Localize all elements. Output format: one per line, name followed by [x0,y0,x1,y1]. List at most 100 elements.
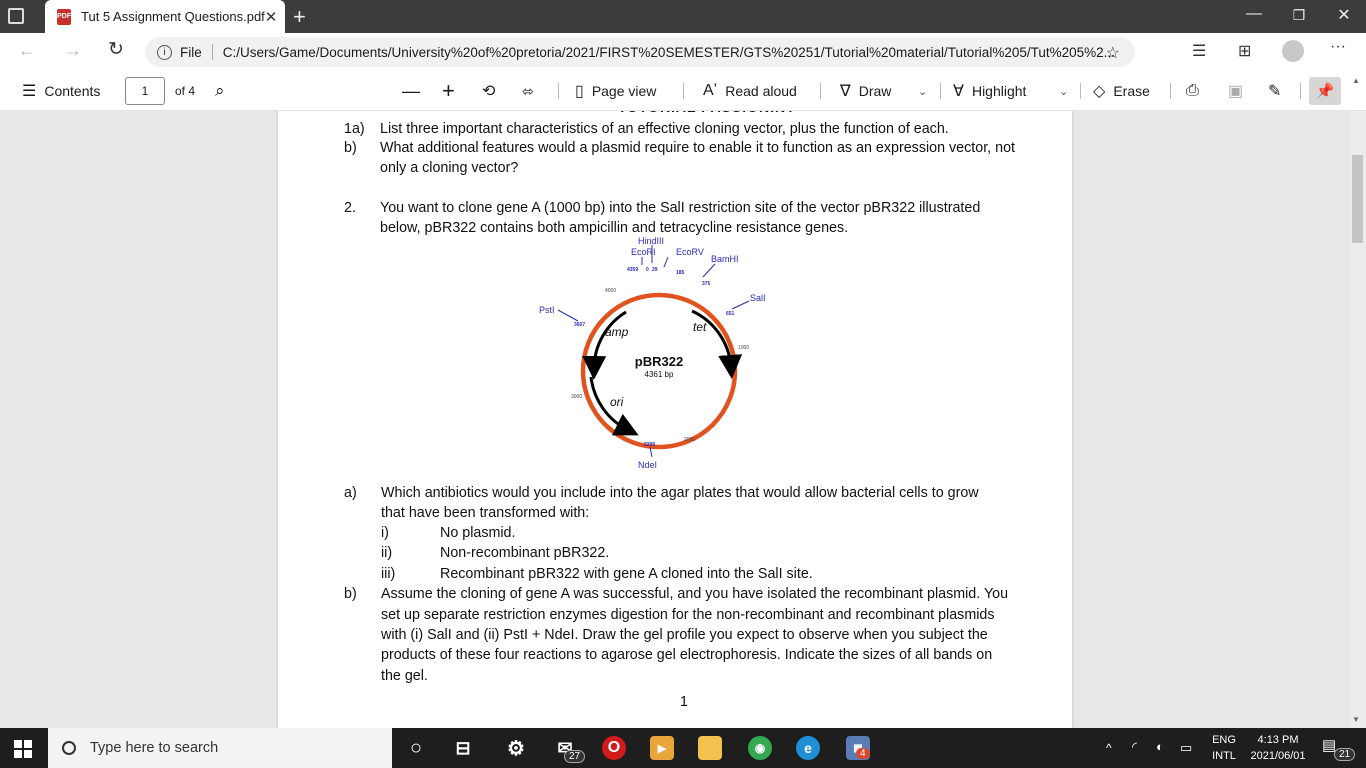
opera-icon[interactable]: O [602,736,626,760]
qa-iii-text: Recombinant pBR322 with gene A cloned in… [440,566,813,582]
volume-icon[interactable]: ◐ [1156,739,1164,755]
restore-icon[interactable]: ❐ [1289,7,1309,24]
url-field[interactable]: i File C:/Users/Game/Documents/Universit… [145,37,1135,67]
language-indicator[interactable]: ENG INTL [1208,732,1240,764]
forward-icon[interactable]: → [64,40,82,61]
pbr322-plasmid-map: HindIII EcoRI EcoRV BamHI SalI PstI NdeI… [539,236,766,470]
draw-button[interactable]: ∇ Draw [840,71,891,111]
profile-avatar[interactable] [1282,40,1304,62]
save-icon[interactable]: ▣ [1228,71,1243,111]
bamhi-label: BamHI [711,254,739,264]
contents-button[interactable]: ☰ Contents [22,71,100,111]
url-text: C:/Users/Game/Documents/University%20of%… [222,44,1115,60]
edge-icon[interactable]: e [796,736,820,760]
qb-number: b) [344,586,357,602]
keyboard-icon[interactable]: ▭ [1180,740,1192,756]
q1b-number: b) [344,140,357,156]
title-bar: PDF Tut 5 Assignment Questions.pdf ✕ + —… [0,0,1366,33]
scroll-down-icon[interactable]: ▼ [1352,715,1360,724]
zoom-out-icon[interactable]: — [402,71,420,111]
read-aloud-button[interactable]: Aʼ Read aloud [703,71,797,111]
tet-label: tet [693,320,707,334]
divider [683,83,684,99]
cortana-icon[interactable]: ○ [404,736,428,760]
zoom-in-icon[interactable]: + [442,71,455,111]
clock[interactable]: 4:13 PM 2021/06/01 [1248,732,1308,764]
highlight-chevron-down-icon[interactable]: ⌄ [1059,71,1068,111]
qa-i-number: i) [381,525,389,541]
qa-text-1: Which antibiotics would you include into… [381,485,979,501]
plasmid-name: pBR322 [635,354,683,369]
draw-icon: ∇ [840,83,851,100]
more-icon[interactable]: ··· [1330,38,1346,56]
scrollbar-thumb[interactable] [1352,155,1363,243]
add-favorite-icon[interactable]: ☆ [1106,43,1120,63]
qa-i-text: No plasmid. [440,525,516,541]
qa-text-2: that have been transformed with: [381,505,590,521]
taskbar-search-input[interactable]: Type here to search [48,728,392,768]
tab-title: Tut 5 Assignment Questions.pdf [81,9,265,24]
favorites-icon[interactable]: ☰ [1192,41,1206,61]
info-icon[interactable]: i [157,44,172,60]
divider [558,83,559,99]
search-icon[interactable]: ⌕ [215,71,225,111]
save-as-icon[interactable]: ✎ [1268,71,1281,111]
collections-icon[interactable]: ⊞ [1238,41,1251,61]
amp-label: amp [605,325,629,339]
page-view-button[interactable]: ▯ Page view [575,71,656,111]
q2-number: 2. [344,200,356,216]
close-window-icon[interactable]: ✕ [1334,5,1354,25]
new-tab-icon[interactable]: + [293,4,306,30]
pos-2295: 2295 [644,442,655,448]
pdf-toolbar: ☰ Contents 1 of 4 ⌕ — + ⟲ ⬄ ▯ Page view … [0,71,1366,111]
taskbar: Type here to search ○ ⊟ ⚙ ✉ 27 O ▶ ◉ e ▦… [0,728,1366,768]
q1a-number: 1a) [344,121,365,137]
ori-label: ori [610,395,624,409]
highlight-button[interactable]: ∀ Highlight [953,71,1026,111]
rotate-icon[interactable]: ⟲ [482,71,495,111]
address-bar: ← → ↻ i File C:/Users/Game/Documents/Uni… [0,33,1366,71]
psti-label: PstI [539,305,555,315]
pdf-file-icon: PDF [57,8,71,25]
qa-iii-number: iii) [381,566,396,582]
minimize-icon[interactable]: — [1244,5,1264,23]
media-player-icon[interactable]: ▶ [650,736,674,760]
pos-3607: 3607 [574,322,585,328]
refresh-icon[interactable]: ↻ [108,38,124,61]
scroll-up-icon[interactable]: ▲ [1352,76,1360,85]
show-hidden-icons-icon[interactable]: ^ [1106,740,1112,756]
contents-icon: ☰ [22,83,37,100]
back-icon[interactable]: ← [18,40,36,61]
pin-toolbar-icon[interactable]: 📌 [1309,77,1341,105]
browser-tab[interactable]: PDF Tut 5 Assignment Questions.pdf ✕ [45,0,285,33]
q1a-text: List three important characteristics of … [380,121,949,137]
search-placeholder: Type here to search [90,740,219,756]
scale-2000: 2000 [684,437,695,443]
file-explorer-icon[interactable] [698,736,722,760]
hindiii-label: HindIII [638,236,664,246]
windows-start-icon[interactable] [14,740,32,758]
qb-text-2: set up separate restriction enzymes dige… [381,607,995,623]
tab-close-icon[interactable]: ✕ [265,8,278,26]
sali-label: SalI [750,293,766,303]
page-view-icon: ▯ [575,83,584,100]
task-view-icon[interactable]: ⊟ [451,736,475,760]
qa-number: a) [344,485,357,501]
settings-gear-icon[interactable]: ⚙ [504,736,528,760]
chrome-icon[interactable]: ◉ [748,736,772,760]
tab-actions-icon[interactable] [8,8,24,24]
print-icon[interactable]: ⎙ [1186,71,1199,111]
read-aloud-label: Read aloud [725,83,797,99]
page-count: of 4 [175,84,196,98]
page-number-input[interactable]: 1 [125,77,165,105]
notification-badge: 21 [1334,748,1356,761]
erase-button[interactable]: ◇ Erase [1093,71,1150,111]
wifi-icon[interactable]: ◜ [1132,739,1137,755]
read-aloud-icon: Aʼ [703,82,718,99]
cut-off-heading: TUTORIAL PASSION.NT [618,111,958,115]
qa-ii-text: Non-recombinant pBR322. [440,545,610,561]
fit-page-icon[interactable]: ⬄ [522,71,534,111]
mail-badge: 27 [564,750,586,763]
scale-1000: 1000 [738,345,749,351]
draw-chevron-down-icon[interactable]: ⌄ [918,71,927,111]
